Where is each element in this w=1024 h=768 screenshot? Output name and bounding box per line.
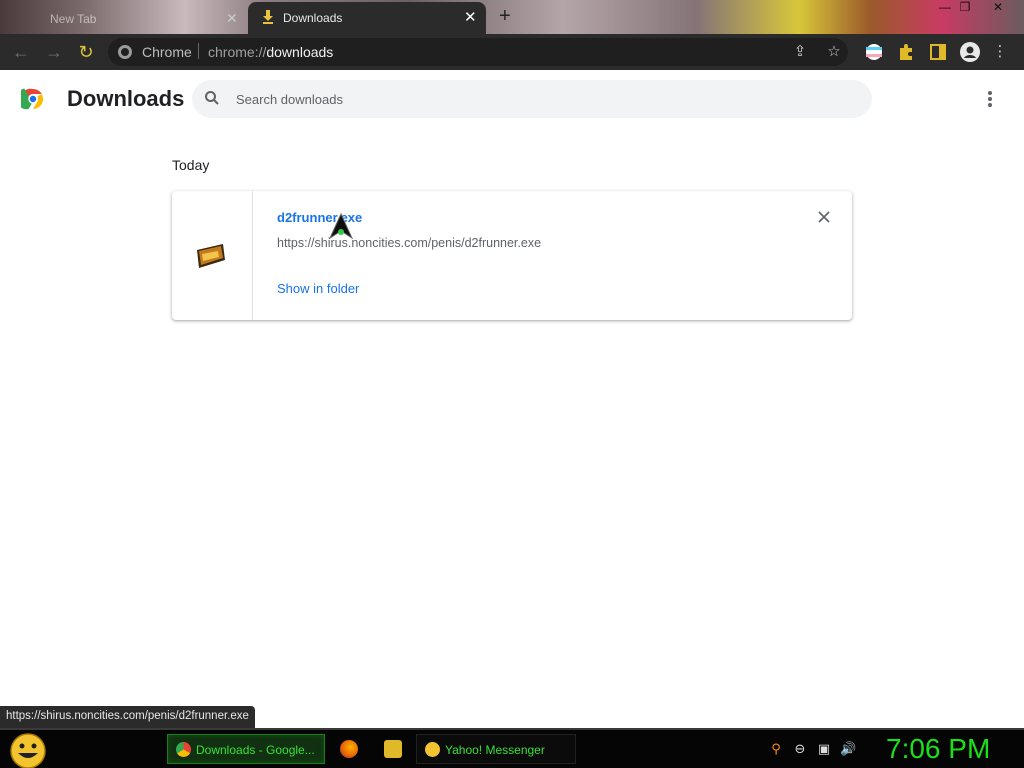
search-icon <box>205 91 219 105</box>
firefox-icon[interactable] <box>340 740 358 758</box>
taskbar-task-yahoo-messenger[interactable]: Yahoo! Messenger <box>416 734 576 764</box>
search-tray-icon[interactable]: ⚲ <box>768 741 784 757</box>
remove-download-icon[interactable] <box>817 210 831 224</box>
status-bubble: https://shirus.noncities.com/penis/d2fru… <box>0 706 255 728</box>
tab-close-icon[interactable]: ✕ <box>226 10 238 27</box>
search-box[interactable] <box>192 80 872 118</box>
search-input[interactable] <box>236 89 836 109</box>
tab-new-tab[interactable]: New Tab ✕ <box>0 4 248 34</box>
address-origin: Chrome <box>142 44 192 60</box>
close-window-icon[interactable]: ✕ <box>983 0 1013 16</box>
tab-title: Downloads <box>283 11 343 25</box>
address-bar[interactable]: Chrome chrome://downloads ⇪ ☆ <box>108 38 848 66</box>
show-in-folder-link[interactable]: Show in folder <box>277 281 359 296</box>
downloads-header: Downloads <box>0 70 1024 128</box>
start-smiley-icon[interactable] <box>8 732 48 768</box>
forward-arrow-icon[interactable]: → <box>42 40 66 64</box>
download-source-url: https://shirus.noncities.com/penis/d2fru… <box>277 236 542 250</box>
page-title: Downloads <box>67 86 185 111</box>
browser-toolbar: ← → ↻ Chrome chrome://downloads ⇪ ☆ ⋮ <box>0 34 1024 70</box>
date-header: Today <box>172 157 210 173</box>
folder-icon[interactable] <box>384 740 402 758</box>
file-icon-column <box>172 191 253 320</box>
more-actions-icon[interactable] <box>984 90 996 108</box>
browser-titlebar: New Tab ✕ Downloads ✕ + — ❐ ✕ <box>0 0 1024 34</box>
profile-avatar-icon[interactable] <box>960 42 980 62</box>
extensions-puzzle-icon[interactable] <box>896 42 916 62</box>
chrome-site-icon <box>118 45 132 59</box>
volume-tray-icon[interactable]: 🔊 <box>840 741 856 757</box>
share-icon[interactable]: ⇪ <box>790 42 810 62</box>
address-separator <box>198 43 199 59</box>
flag-extension-icon[interactable] <box>864 42 884 62</box>
download-item: d2frunner.exe https://shirus.noncities.c… <box>172 191 852 320</box>
reload-icon[interactable]: ↻ <box>74 40 98 64</box>
taskbar-clock[interactable]: 7:06 PM <box>886 733 990 765</box>
taskbar-task-chrome[interactable]: Downloads - Google... <box>167 734 325 764</box>
tab-close-icon[interactable]: ✕ <box>464 8 477 26</box>
restore-icon[interactable]: ❐ <box>950 0 980 16</box>
back-arrow-icon[interactable]: ← <box>9 40 33 64</box>
exe-file-icon <box>197 244 225 268</box>
side-panel-icon[interactable] <box>928 42 948 62</box>
download-icon <box>263 10 273 24</box>
network-tray-icon[interactable]: ▣ <box>816 741 832 757</box>
mouse-cursor-icon <box>328 212 354 240</box>
bookmark-star-icon[interactable]: ☆ <box>824 42 844 62</box>
new-tab-button[interactable]: + <box>499 5 511 28</box>
tab-downloads[interactable]: Downloads ✕ <box>248 2 486 34</box>
task-label: Yahoo! Messenger <box>445 743 545 757</box>
tab-title: New Tab <box>50 12 97 26</box>
chrome-icon <box>176 742 191 757</box>
chrome-logo-icon <box>21 88 43 110</box>
status-tray-icon[interactable]: ⊖ <box>792 741 808 757</box>
yahoo-messenger-icon <box>425 742 440 757</box>
address-url: chrome://downloads <box>208 44 334 60</box>
taskbar: Downloads - Google... Yahoo! Messenger ⚲… <box>0 728 1024 768</box>
menu-kebab-icon[interactable]: ⋮ <box>990 42 1010 62</box>
task-label: Downloads - Google... <box>196 743 315 757</box>
